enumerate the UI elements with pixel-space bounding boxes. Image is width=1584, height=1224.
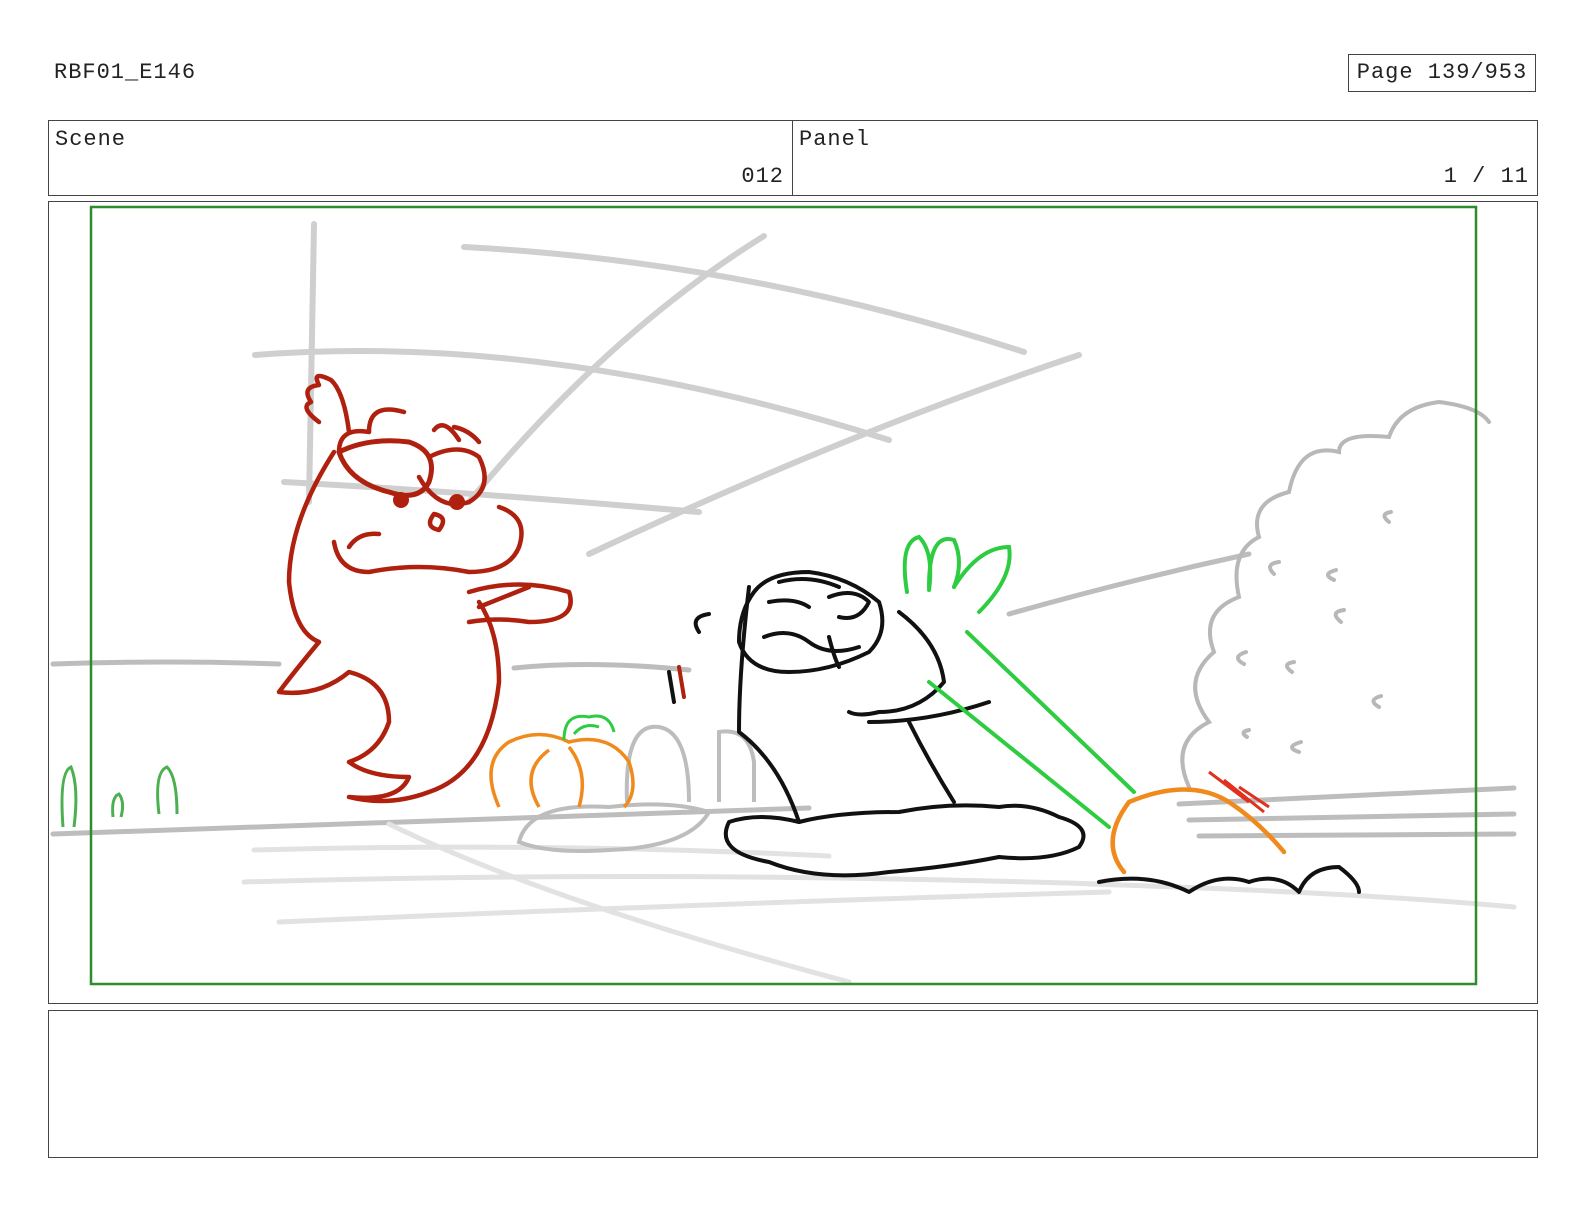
storyboard-frame <box>48 201 1538 1004</box>
scene-panel-info-bar: Scene 012 Panel 1 / 11 <box>48 120 1538 196</box>
scene-cell: Scene 012 <box>49 121 793 195</box>
panel-number: 1 / 11 <box>1443 164 1529 189</box>
page-counter: Page 139/953 <box>1348 54 1536 92</box>
scene-label: Scene <box>55 127 127 152</box>
background-sketch-lines <box>252 221 1082 557</box>
episode-id: RBF01_E146 <box>54 60 197 85</box>
ground-lines-light <box>241 821 1517 985</box>
carrot-stalk <box>902 534 1136 829</box>
panel-cell: Panel 1 / 11 <box>793 121 1537 195</box>
scene-number: 012 <box>741 164 784 189</box>
storyboard-drawing <box>50 205 1517 986</box>
panel-label: Panel <box>799 127 871 152</box>
pumpkin-stem <box>562 714 616 741</box>
motion-marks <box>1208 770 1270 814</box>
bush <box>1180 399 1491 789</box>
black-character <box>667 570 1361 894</box>
gravestones <box>516 724 756 853</box>
ground-lines <box>50 551 1517 839</box>
notes-box <box>48 1010 1538 1158</box>
pumpkin <box>489 732 635 809</box>
grass-tufts <box>60 765 179 828</box>
